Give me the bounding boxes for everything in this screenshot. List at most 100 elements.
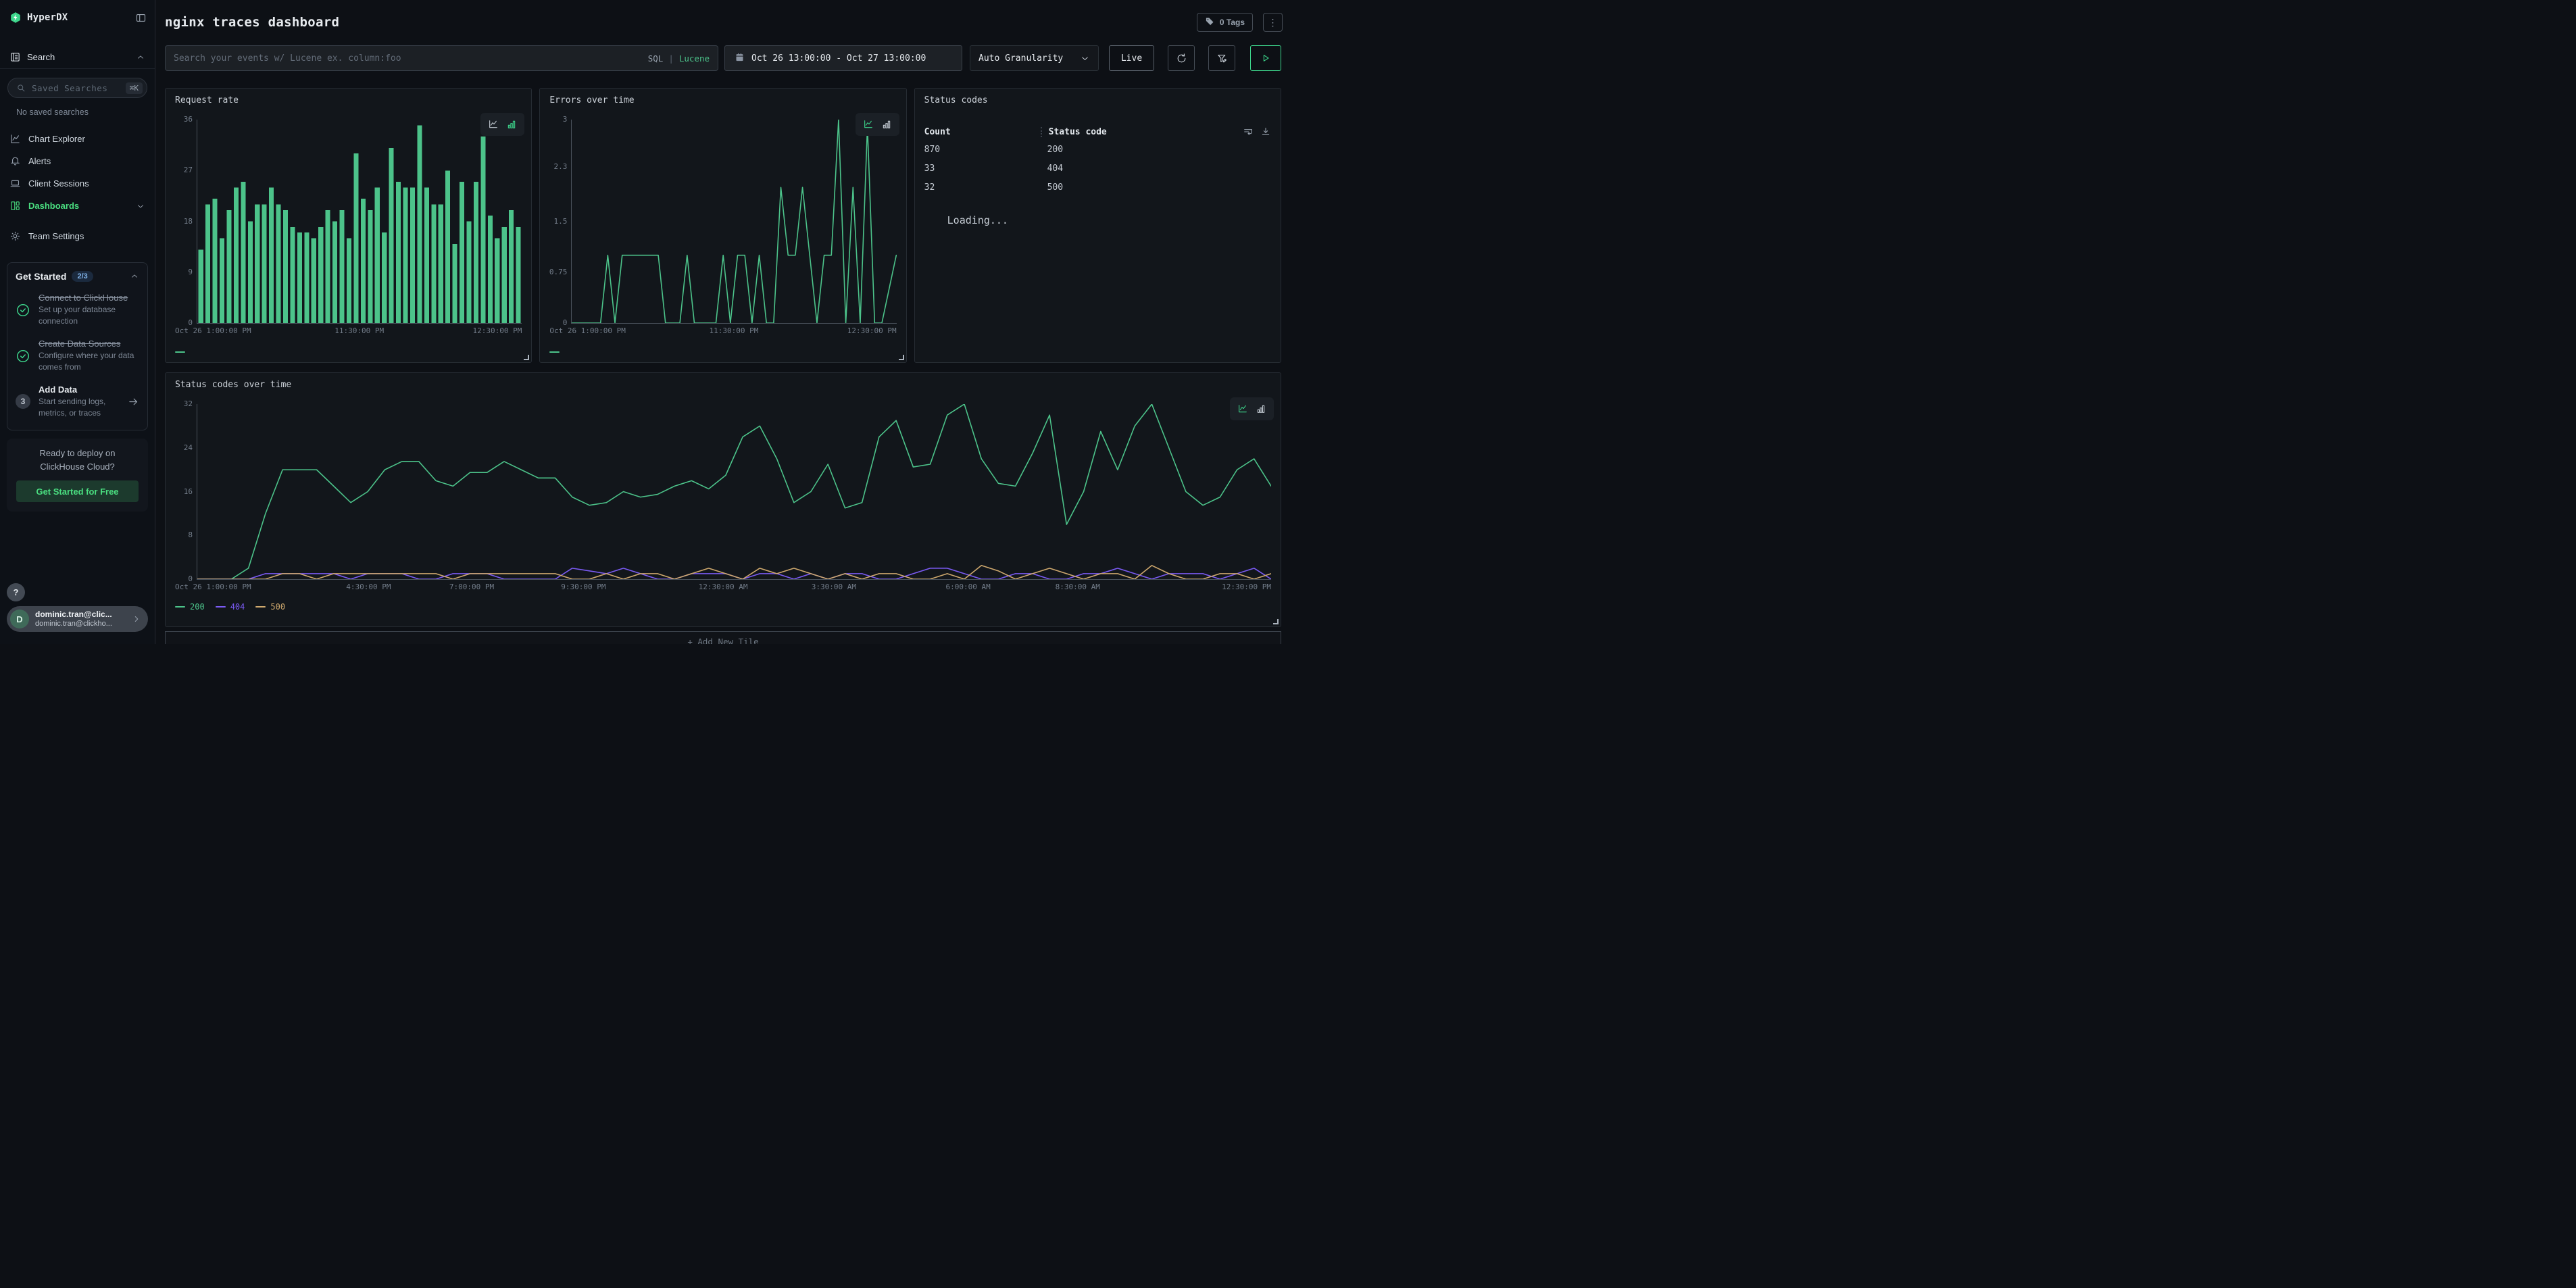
legend-item[interactable]: [175, 351, 185, 353]
legend-item-500[interactable]: 500: [255, 602, 285, 612]
play-icon: [1260, 53, 1271, 64]
tag-icon: [1205, 16, 1215, 28]
event-search-input[interactable]: [166, 46, 718, 70]
filter-edit-icon: [1216, 53, 1228, 64]
get-started-title: Get Started: [16, 271, 66, 282]
bar-chart-toggle-icon[interactable]: [1256, 403, 1266, 414]
get-started-step-data-sources[interactable]: Create Data Sources Configure where your…: [16, 339, 139, 374]
get-started-step-add-data[interactable]: 3 Add Data Start sending logs, metrics, …: [16, 385, 139, 420]
cell-count: 32: [924, 182, 1041, 193]
sidebar-nav: Chart Explorer Alerts Client Sessions Da…: [0, 128, 155, 247]
kebab-menu-icon: ⋮: [1268, 17, 1278, 28]
panel-status-codes-over-time: Status codes over time 08162432 Oct 26 1…: [165, 372, 1281, 627]
panel-resize-handle[interactable]: [524, 355, 529, 360]
clickhouse-cloud-promo: Ready to deploy on ClickHouse Cloud? Get…: [7, 439, 148, 512]
panel-resize-handle[interactable]: [899, 355, 904, 360]
search-icon: [16, 83, 26, 93]
dashboard-menu-button[interactable]: ⋮: [1263, 13, 1283, 32]
cell-status-code: 500: [1041, 182, 1271, 193]
laptop-icon: [9, 178, 21, 189]
panel-resize-handle[interactable]: [1273, 619, 1279, 624]
legend-item-404[interactable]: 404: [216, 602, 245, 612]
get-started-card: Get Started 2/3 Connect to ClickHouse Se…: [7, 262, 148, 430]
line-chart-toggle-icon[interactable]: [488, 119, 499, 130]
panel-title[interactable]: Status codes: [924, 95, 988, 105]
hyperdx-logo-icon[interactable]: [9, 11, 22, 24]
legend-item-200[interactable]: 200: [175, 602, 205, 612]
refresh-icon: [1176, 53, 1187, 64]
sidebar-item-label: Client Sessions: [28, 178, 89, 189]
sql-mode-toggle[interactable]: SQL: [648, 53, 664, 64]
step-number-badge: 3: [16, 394, 30, 409]
bar-chart-toggle-icon[interactable]: [881, 119, 892, 130]
panel-title[interactable]: Request rate: [175, 95, 239, 105]
avatar: D: [10, 610, 29, 628]
get-started-progress-badge: 2/3: [72, 271, 93, 282]
get-started-free-button[interactable]: Get Started for Free: [16, 480, 139, 502]
date-range-picker[interactable]: Oct 26 13:00:00 - Oct 27 13:00:00: [724, 45, 962, 71]
line-chart-toggle-icon[interactable]: [863, 119, 874, 130]
legend-dash: [216, 606, 226, 608]
date-range-value: Oct 26 13:00:00 - Oct 27 13:00:00: [751, 53, 926, 64]
granularity-select[interactable]: Auto Granularity: [970, 45, 1099, 71]
legend-dash: [175, 351, 185, 353]
bell-icon: [9, 155, 21, 167]
legend-label: 500: [270, 602, 285, 612]
get-started-header[interactable]: Get Started 2/3: [16, 271, 139, 282]
add-new-tile-button[interactable]: + Add New Tile: [165, 631, 1281, 644]
sidebar-item-label: Chart Explorer: [28, 134, 85, 144]
download-icon[interactable]: [1260, 126, 1271, 137]
wrap-lines-icon[interactable]: [1243, 126, 1254, 137]
legend-item[interactable]: [549, 351, 560, 353]
step-title: Create Data Sources: [39, 339, 120, 349]
promo-line-1: Ready to deploy on: [39, 448, 115, 458]
collapse-sidebar-icon[interactable]: [135, 12, 147, 24]
line-chart-toggle-icon[interactable]: [1237, 403, 1248, 414]
chevron-right-icon: [132, 614, 141, 624]
gear-icon: [9, 230, 21, 242]
cell-status-code: 404: [1041, 164, 1271, 174]
saved-searches-input[interactable]: Saved Searches ⌘K: [7, 78, 147, 98]
chart-type-toggle: [856, 113, 899, 136]
bar-chart-toggle-icon[interactable]: [506, 119, 517, 130]
calendar-icon: [735, 52, 745, 65]
cell-status-code: 200: [1041, 145, 1271, 155]
sidebar-item-team-settings[interactable]: Team Settings: [0, 225, 155, 247]
cell-count: 870: [924, 145, 1041, 155]
tags-button[interactable]: 0 Tags: [1197, 13, 1253, 32]
sidebar-item-chart-explorer[interactable]: Chart Explorer: [0, 128, 155, 150]
step-description: Set up your database connection: [39, 304, 139, 328]
sidebar-item-search[interactable]: Search: [0, 46, 155, 69]
live-button[interactable]: Live: [1109, 45, 1154, 71]
arrow-right-icon: [128, 396, 139, 407]
event-search: SQL | Lucene: [165, 45, 718, 71]
column-header-status-code[interactable]: Status code: [1041, 127, 1243, 137]
shortcut-badge: ⌘K: [126, 82, 143, 94]
legend-dash: [255, 606, 266, 608]
brand-name: HyperDX: [27, 12, 68, 23]
logo-row: HyperDX: [0, 0, 155, 27]
legend-dash: [175, 606, 185, 608]
get-started-step-connect[interactable]: Connect to ClickHouse Set up your databa…: [16, 293, 139, 328]
panel-errors-over-time: Errors over time 00.751.52.33 Oct 26 1:0…: [539, 88, 906, 363]
refresh-button[interactable]: [1168, 45, 1195, 71]
panel-title[interactable]: Errors over time: [549, 95, 634, 105]
user-email: dominic.tran@clickho...: [35, 620, 126, 629]
step-title: Connect to ClickHouse: [39, 293, 128, 303]
saved-searches-placeholder: Saved Searches: [32, 83, 107, 93]
chart-type-toggle: [1230, 397, 1274, 420]
column-header-count[interactable]: Count: [924, 127, 1041, 137]
sidebar-item-alerts[interactable]: Alerts: [0, 150, 155, 172]
status-codes-table: Count Status code 870: [924, 124, 1271, 226]
filter-button[interactable]: [1208, 45, 1235, 71]
run-query-button[interactable]: [1250, 45, 1281, 71]
step-description: Start sending logs, metrics, or traces: [39, 396, 120, 420]
user-menu[interactable]: D dominic.tran@clic... dominic.tran@clic…: [7, 606, 148, 632]
sidebar-item-client-sessions[interactable]: Client Sessions: [0, 172, 155, 195]
panel-title[interactable]: Status codes over time: [175, 380, 291, 390]
tags-label: 0 Tags: [1220, 18, 1245, 27]
sidebar-item-dashboards[interactable]: Dashboards: [0, 195, 155, 217]
lucene-mode-toggle[interactable]: Lucene: [679, 53, 710, 64]
step-title: Add Data: [39, 385, 77, 395]
help-button[interactable]: ?: [7, 583, 25, 601]
